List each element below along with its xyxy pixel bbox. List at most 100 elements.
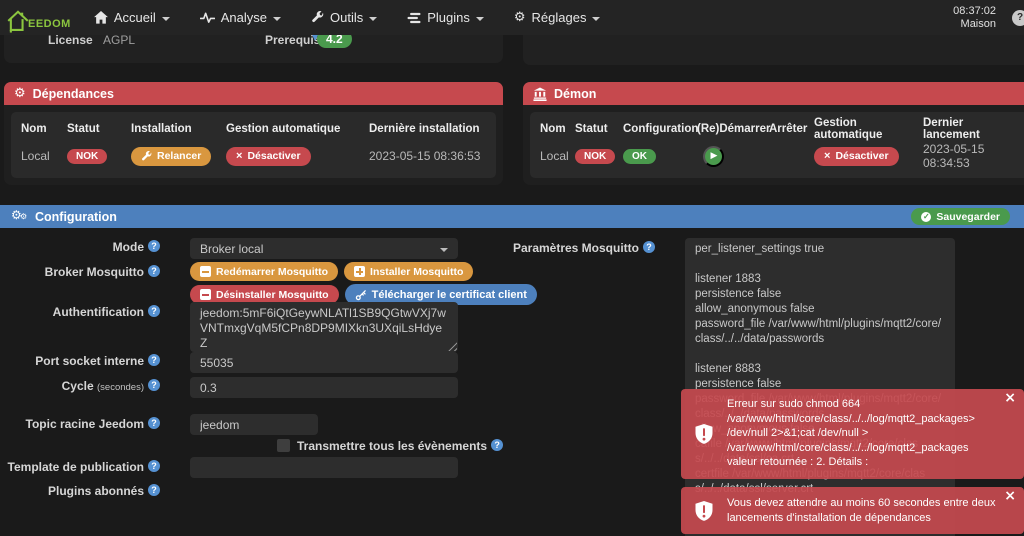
help-icon[interactable]: ? [148,265,160,277]
check-circle-icon: ✓ [921,211,932,222]
wrench-icon [312,11,324,23]
col-derniere-installation: Dernière installation [369,123,480,135]
pulse-icon [199,12,215,23]
jeedom-plugin-page: License AGPL Prerequis ▾ 4.2 ⚙ Dépendanc… [0,0,1024,536]
table-row: Local NOK Relancer × Désactiver 2023-05-… [21,141,486,171]
demon-config-badge: OK [623,149,656,164]
stream-icon [407,12,421,23]
help-icon[interactable]: ? [148,379,160,391]
clock-time: 08:37:02 [953,4,996,17]
help-icon[interactable]: ? [643,241,655,253]
dep-desactiver-button[interactable]: × Désactiver [226,146,311,166]
license-value: AGPL [103,33,136,47]
demon-last-launch: 2023-05-15 08:34:53 [923,142,985,170]
save-button[interactable]: ✓ Sauvegarder [911,208,1010,225]
chevron-down-icon [475,16,484,21]
toast-message: Vous devez attendre au moins 60 secondes… [727,496,996,524]
nav-plugins[interactable]: Plugins [392,0,499,35]
chevron-down-icon [369,16,378,21]
minus-square-icon [200,289,211,300]
dep-last-install: 2023-05-15 08:36:53 [369,149,481,163]
play-icon: ▶ [710,151,718,161]
help-icon[interactable]: ? [148,354,160,366]
help-icon[interactable]: ? [148,240,160,252]
port-socket-input[interactable] [190,352,458,373]
clock-widget[interactable]: 08:37:02 Maison [953,5,996,31]
gear-icon: ⚙ [14,86,26,101]
home-icon [93,11,108,24]
dep-status-badge: NOK [67,149,108,164]
topic-racine-label: Topic racine Jeedom? [0,417,160,431]
dep-nom: Local [21,149,50,163]
topic-racine-input[interactable] [190,414,318,435]
close-icon: × [824,150,831,162]
chevron-down-icon [273,16,282,21]
wrench-icon [142,150,152,160]
key-icon [355,289,366,300]
demon-desactiver-button[interactable]: × Désactiver [814,146,899,166]
chevron-down-icon [161,16,170,21]
col-statut: Statut [67,123,100,135]
help-icon[interactable]: ? [491,439,504,451]
minus-square-icon [200,266,211,277]
warning-toast: Vous devez attendre au moins 60 secondes… [681,487,1024,534]
col-installation: Installation [131,123,192,135]
authentification-textarea[interactable]: jeedom:5mF6iQtGeywNLATl1SB9QGtwVXj7wVNTm… [190,302,458,352]
close-icon: × [236,150,243,162]
col-dernier-lancement: Dernier lancement [923,117,980,141]
help-icon[interactable]: ? [148,460,160,472]
bank-icon [533,86,547,101]
close-icon[interactable]: × [1004,391,1016,406]
object-name: Maison [960,17,996,30]
plus-square-icon [354,266,366,277]
gear-icon: ⚙ [513,10,526,25]
plugins-abonnes-label: Plugins abonnés? [0,484,160,498]
logo-text: EEDOM [28,18,71,30]
col-configuration: Configuration [623,123,699,135]
shield-exclamation-icon [695,500,713,521]
help-icon[interactable]: ? [148,305,160,317]
col-statut: Statut [575,123,608,135]
install-mosquitto-button[interactable]: Installer Mosquitto [344,262,474,281]
help-button[interactable]: ? [1012,10,1024,26]
close-icon[interactable]: × [1004,489,1016,504]
demon-table: Nom Statut Configuration (Re)Démarrer Ar… [530,112,1024,178]
navbar: EEDOM Accueil Analyse Outils Plugins ⚙ R… [0,0,1024,35]
nav-reglages[interactable]: ⚙ Réglages [499,0,616,35]
dependances-title: Dépendances [32,86,114,101]
chevron-down-icon [440,247,448,252]
demon-status-badge: NOK [575,149,616,164]
parametres-mosquitto-label: Paramètres Mosquitto? [485,241,655,255]
demon-header: Démon [523,82,1024,105]
demon-panel: Démon Nom Statut Configuration (Re)Démar… [523,82,1024,185]
relancer-button[interactable]: Relancer [131,146,212,166]
mode-select[interactable]: Broker local [190,238,458,259]
help-icon[interactable]: ? [148,484,160,496]
template-publication-label: Template de publication? [0,460,160,474]
configuration-title: Configuration [35,209,117,224]
license-label: License [48,33,93,47]
shield-exclamation-icon [695,424,713,444]
nav-analyse[interactable]: Analyse [185,0,296,35]
authentification-label: Authentification? [0,305,160,319]
start-daemon-button[interactable]: ▶ [703,145,724,167]
transmit-all-events-checkbox[interactable] [277,439,290,452]
table-row: Local NOK OK ▶ × Désactiver 2023-05-15 0… [540,141,1018,171]
help-icon[interactable]: ? [148,417,160,429]
dependances-table: Nom Statut Installation Gestion automati… [11,112,496,178]
nav-outils[interactable]: Outils [296,0,392,35]
cycle-label: Cycle (secondes)? [0,379,160,393]
col-redemarrer: (Re)Démarrer [697,123,771,135]
mode-label: Mode? [0,240,160,254]
demon-nom: Local [540,149,569,163]
nav-accueil[interactable]: Accueil [79,0,185,35]
template-publication-input[interactable] [190,457,458,478]
jeedom-logo[interactable]: EEDOM [5,0,71,35]
toast-message: Erreur sur sudo chmod 664 /var/www/html/… [727,398,975,469]
cycle-input[interactable] [190,377,458,398]
restart-mosquitto-button[interactable]: Redémarrer Mosquitto [190,262,339,281]
error-toast: Erreur sur sudo chmod 664 /var/www/html/… [681,389,1024,479]
dependances-header: ⚙ Dépendances [4,82,503,105]
demon-title: Démon [554,86,597,101]
dependances-panel: ⚙ Dépendances Nom Statut Installation Ge… [4,82,503,185]
